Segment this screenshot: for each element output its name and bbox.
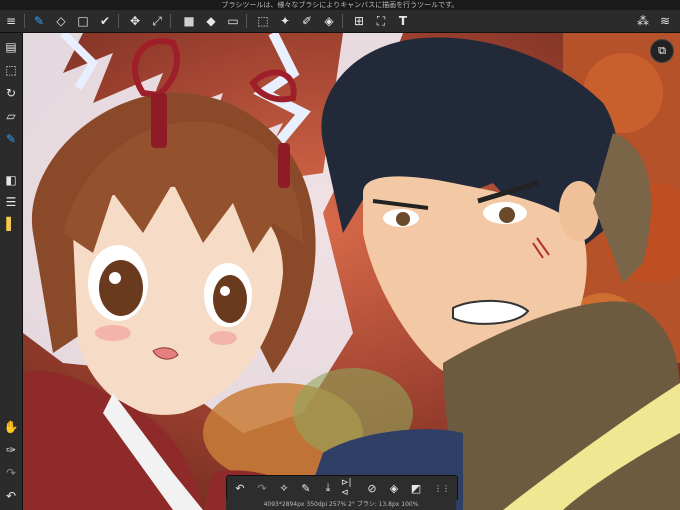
- materials-icon[interactable]: ⁂: [634, 12, 652, 30]
- brush-select-icon[interactable]: ▌: [2, 215, 20, 233]
- undo-icon[interactable]: ↶: [231, 479, 249, 497]
- save-icon[interactable]: ⤓: [319, 479, 337, 497]
- eyedropper-icon[interactable]: ✑: [2, 441, 20, 459]
- status-bar: ブラシツールは、様々なブラシによりキャンバスに描画を行うツールです。: [0, 0, 680, 10]
- artwork-illustration: [23, 33, 680, 510]
- status-text: ブラシツールは、様々なブラシによりキャンバスに描画を行うツールです。: [221, 1, 459, 9]
- command-bar: ↶ ↷ ⟡ ✎ ⤓ ⊳|⊲ ⊘ ◈ ◩ ⋮⋮: [226, 475, 458, 501]
- snap-off-icon[interactable]: ⊘: [363, 479, 381, 497]
- rotate-icon[interactable]: ↻: [2, 84, 20, 102]
- menu-icon[interactable]: ≡: [2, 12, 20, 30]
- selection-tool-icon[interactable]: ⬚: [254, 12, 272, 30]
- magic-wand-icon[interactable]: ✦: [276, 12, 294, 30]
- pen-icon[interactable]: ✎: [297, 479, 315, 497]
- pages-icon[interactable]: ▤: [2, 38, 20, 56]
- layer-list-icon[interactable]: ☰: [2, 193, 20, 211]
- toolbar-divider: [24, 14, 25, 28]
- top-toolbar: ≡ ✎ ◇ □ ✔ ✥ ⤢ ■ ◆ ▭ ⬚ ✦ ✐ ◈ ⊞ ⛶ T ⁂ ≋: [0, 10, 680, 33]
- shape-tool-icon[interactable]: □: [74, 12, 92, 30]
- fill-icon[interactable]: ◩: [407, 479, 425, 497]
- text-tool-icon[interactable]: T: [394, 12, 412, 30]
- drawing-canvas[interactable]: ⧉: [23, 33, 680, 510]
- color-swatch-icon[interactable]: ◧: [2, 171, 20, 189]
- layers-panel-icon[interactable]: ≋: [656, 12, 674, 30]
- toolbar-divider: [170, 14, 171, 28]
- left-sidebar: ▤ ⬚ ↻ ▱ ✎ ◧ ☰ ▌ ✋ ✑ ↷ ↶: [0, 33, 23, 510]
- frame-divider-icon[interactable]: ⊞: [350, 12, 368, 30]
- toolbar-divider: [246, 14, 247, 28]
- selection-icon[interactable]: ⬚: [2, 61, 20, 79]
- correction-tool-icon[interactable]: ✔: [96, 12, 114, 30]
- redo-icon[interactable]: ↷: [2, 464, 20, 482]
- redo-icon[interactable]: ↷: [253, 479, 271, 497]
- flip-icon[interactable]: ⊳|⊲: [341, 478, 359, 498]
- selection-pen-icon[interactable]: ✐: [298, 12, 316, 30]
- toolbar-divider: [342, 14, 343, 28]
- selection-eraser-icon[interactable]: ◈: [320, 12, 338, 30]
- transform-icon[interactable]: ⟡: [275, 479, 293, 497]
- canvas-info-bar: 4093*2894px 350dpi 257% 2° ブラシ: 13.8px 1…: [226, 499, 456, 510]
- hand-tool-icon[interactable]: ✋: [2, 418, 20, 436]
- ruler-icon[interactable]: ▱: [2, 107, 20, 125]
- brush-tool-icon[interactable]: ✎: [30, 12, 48, 30]
- transform-tool-icon[interactable]: ⤢: [148, 12, 166, 30]
- snap-pen-icon[interactable]: ✎: [2, 130, 20, 148]
- clear-icon[interactable]: ◈: [385, 479, 403, 497]
- toolbar-divider: [118, 14, 119, 28]
- eraser-tool-icon[interactable]: ◇: [52, 12, 70, 30]
- undo-icon[interactable]: ↶: [2, 487, 20, 505]
- move-tool-icon[interactable]: ✥: [126, 12, 144, 30]
- canvas-info-text: 4093*2894px 350dpi 257% 2° ブラシ: 13.8px 1…: [263, 501, 419, 508]
- more-icon[interactable]: ⋮⋮: [433, 479, 451, 497]
- bucket-tool-icon[interactable]: ◆: [202, 12, 220, 30]
- crop-tool-icon[interactable]: ⛶: [372, 12, 390, 30]
- fill-color-icon[interactable]: ■: [180, 12, 198, 30]
- canvas-view-icon[interactable]: ⧉: [650, 39, 674, 63]
- gradient-tool-icon[interactable]: ▭: [224, 12, 242, 30]
